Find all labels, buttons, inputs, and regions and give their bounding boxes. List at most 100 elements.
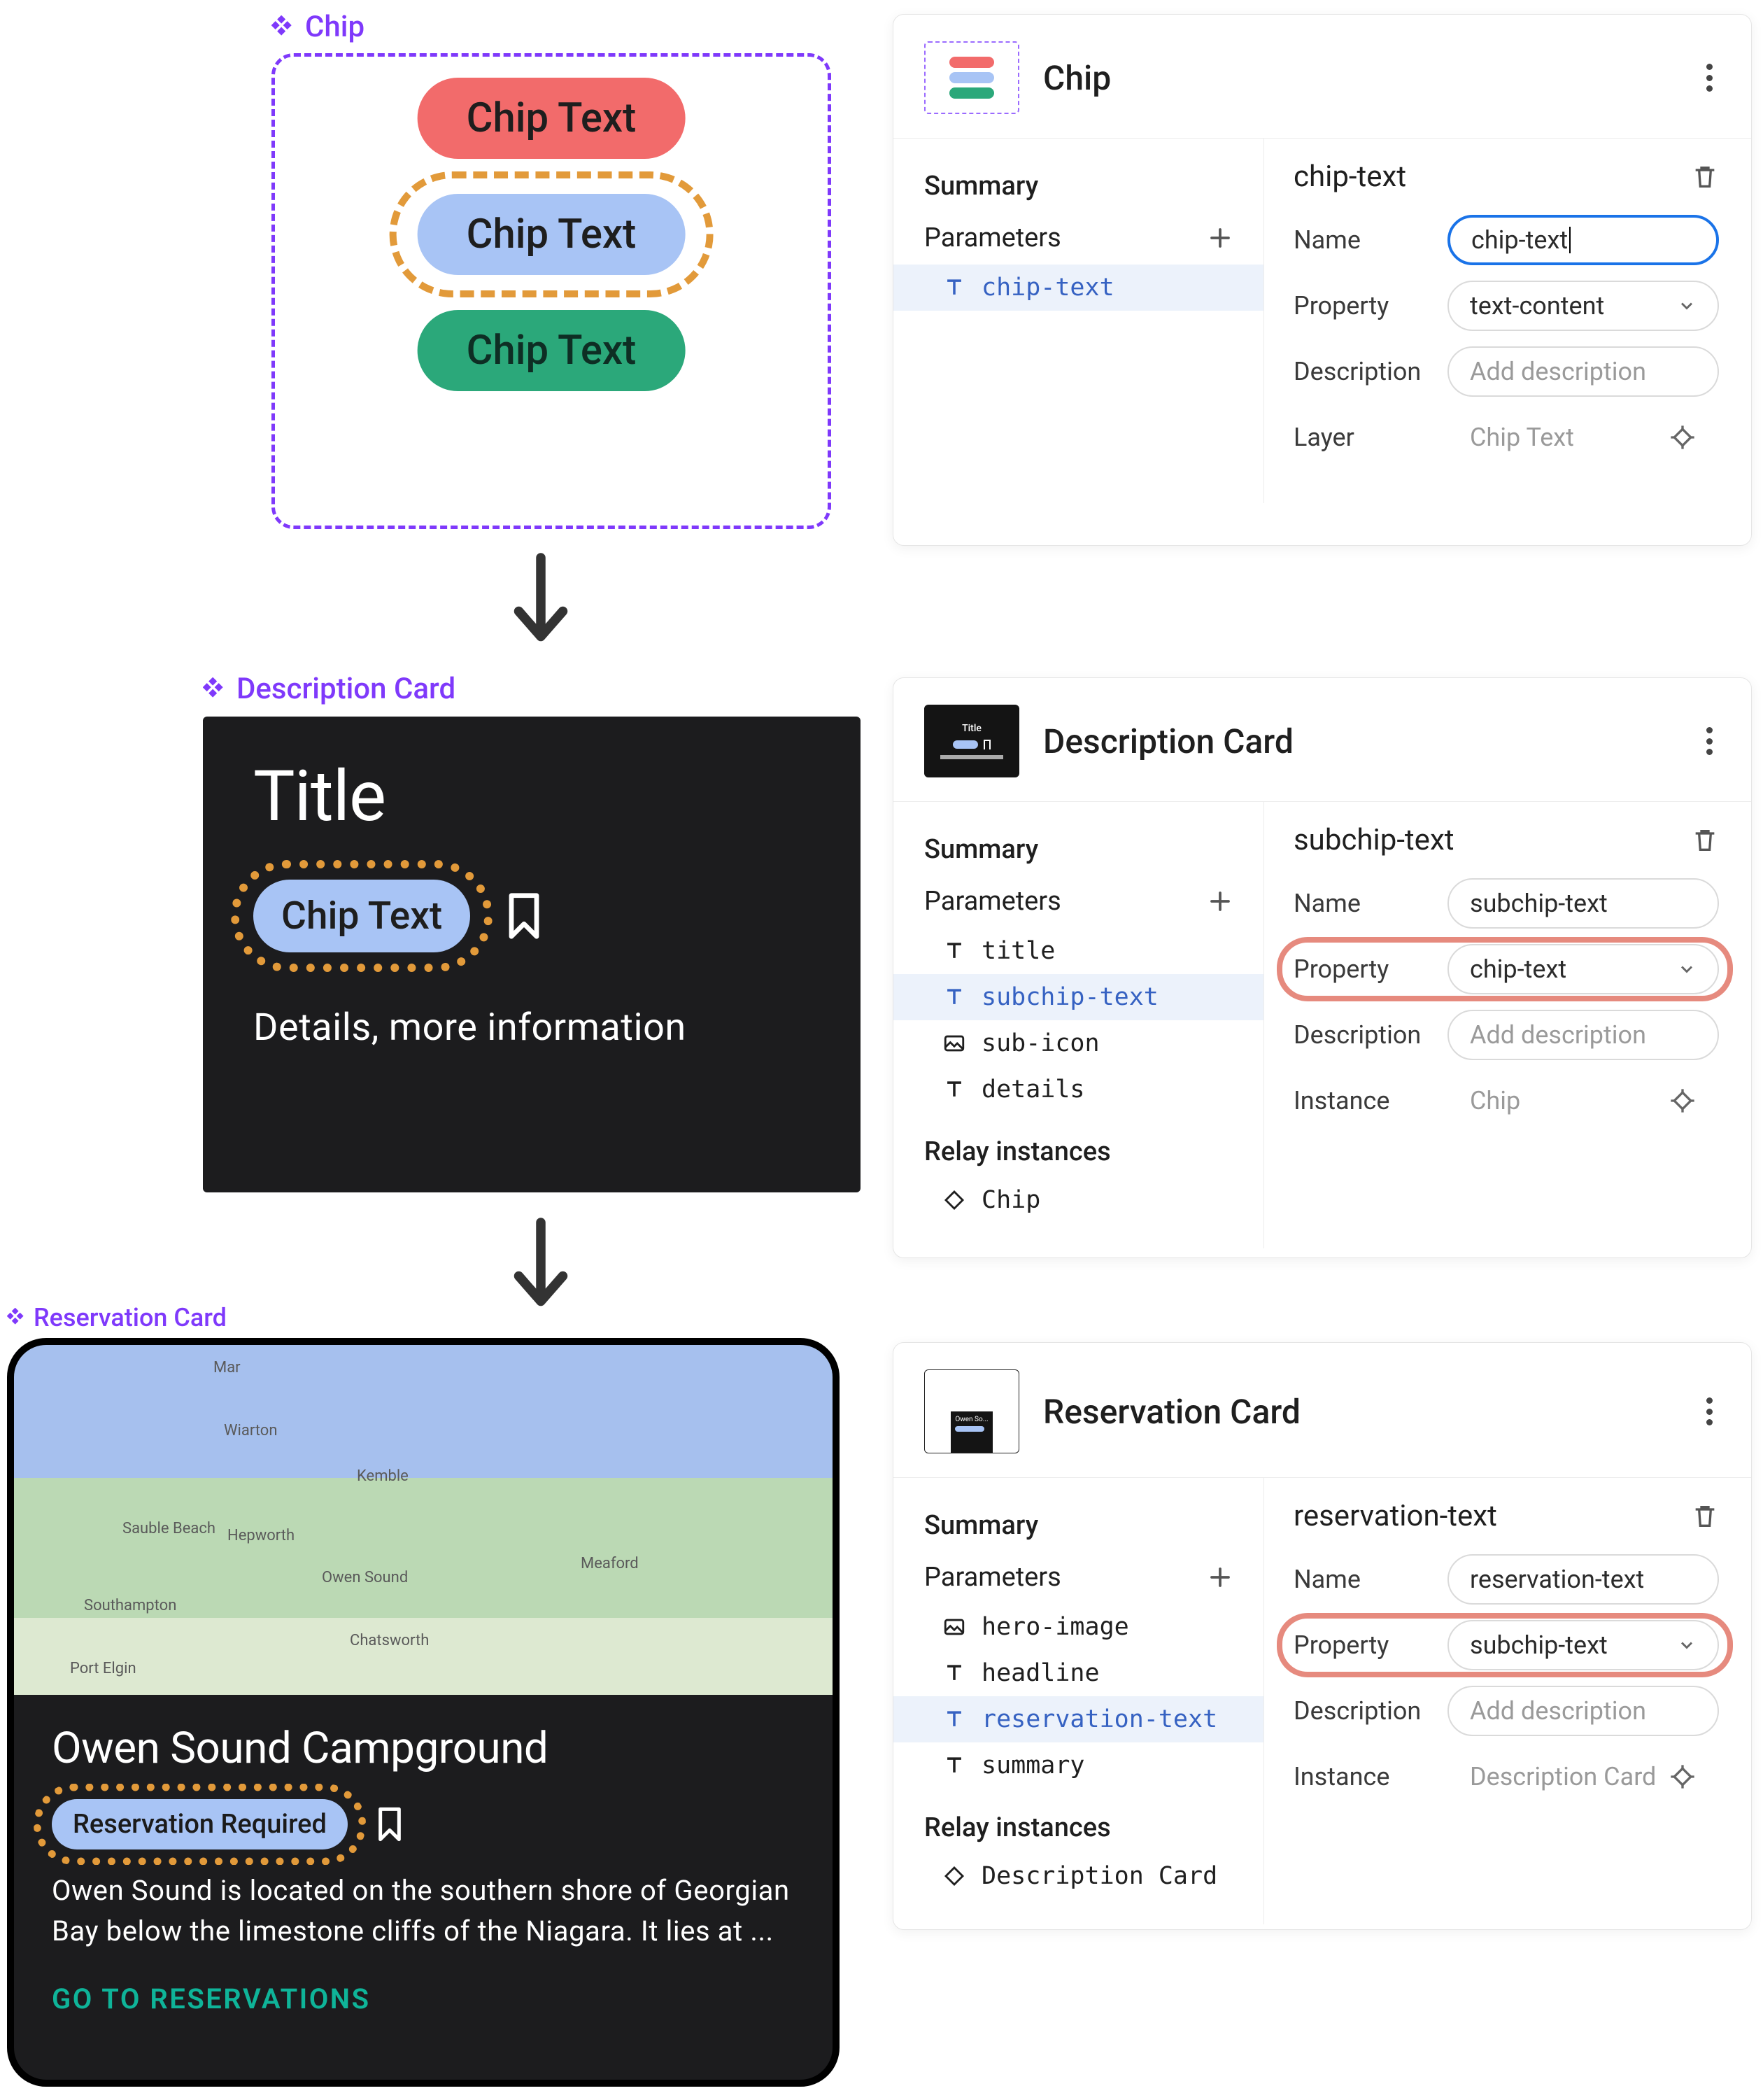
param-name: chip-text bbox=[982, 274, 1114, 302]
param-subchip-text[interactable]: subchip-text bbox=[893, 974, 1263, 1020]
relay-instances-label: Relay instances bbox=[893, 1127, 1263, 1177]
locate-instance-button[interactable] bbox=[1669, 1087, 1697, 1115]
description-card-panel: Title Description Card Summary Parameter… bbox=[893, 677, 1752, 1258]
bookmark-icon[interactable] bbox=[376, 1806, 404, 1842]
description-card-title: Title bbox=[253, 756, 810, 838]
chip-variant-green: Chip Text bbox=[418, 310, 686, 391]
description-input[interactable]: Add description bbox=[1447, 1686, 1719, 1736]
summary-section[interactable]: Summary bbox=[893, 1500, 1263, 1551]
instance-label: Instance bbox=[1294, 1086, 1433, 1115]
description-input[interactable]: Add description bbox=[1447, 1010, 1719, 1060]
param-title[interactable]: title bbox=[893, 928, 1263, 974]
reservation-body: Owen Sound Campground Reservation Requir… bbox=[14, 1695, 833, 2052]
map-place: Owen Sound bbox=[322, 1569, 408, 1586]
parameters-section: Parameters bbox=[893, 1551, 1263, 1604]
panel-title: Chip bbox=[1043, 58, 1669, 98]
arrow-down-icon bbox=[509, 1218, 572, 1316]
description-card-chip-row: Chip Text bbox=[253, 880, 810, 952]
param-summary[interactable]: summary bbox=[893, 1742, 1263, 1789]
property-row: Property chip-text bbox=[1294, 944, 1719, 994]
layer-value-text: Chip Text bbox=[1470, 423, 1574, 452]
kebab-menu[interactable] bbox=[1692, 64, 1720, 92]
locate-instance-button[interactable] bbox=[1669, 1763, 1697, 1791]
panel-title: Reservation Card bbox=[1043, 1392, 1669, 1432]
add-parameter-button[interactable] bbox=[1208, 225, 1233, 251]
relay-description-card[interactable]: Description Card bbox=[893, 1853, 1263, 1899]
name-input[interactable]: subchip-text bbox=[1447, 878, 1719, 929]
delete-button[interactable] bbox=[1691, 163, 1719, 191]
chevron-down-icon bbox=[1677, 296, 1697, 316]
map-place: Wiarton bbox=[224, 1422, 278, 1439]
locate-layer-button[interactable] bbox=[1669, 423, 1697, 451]
text-type-icon bbox=[942, 985, 966, 1009]
map-place: Mar bbox=[213, 1359, 241, 1376]
instance-row: Instance Description Card bbox=[1294, 1752, 1719, 1802]
delete-button[interactable] bbox=[1691, 1502, 1719, 1530]
property-row: Property subchip-text bbox=[1294, 1620, 1719, 1670]
relay-chip[interactable]: Chip bbox=[893, 1177, 1263, 1223]
parameters-label: Parameters bbox=[924, 223, 1061, 253]
instance-value-text: Description Card bbox=[1470, 1762, 1656, 1791]
param-name: headline bbox=[982, 1659, 1100, 1687]
panel-header: Title Description Card bbox=[893, 678, 1751, 802]
bookmark-icon[interactable] bbox=[505, 892, 543, 940]
selection-ring bbox=[390, 171, 714, 297]
map-place: Kemble bbox=[357, 1467, 409, 1485]
reservation-cta[interactable]: GO TO RESERVATIONS bbox=[52, 1982, 795, 2015]
panel-body: Summary Parameters chip-text chip-text N… bbox=[893, 139, 1751, 503]
panel-header: Chip bbox=[893, 15, 1751, 139]
param-headline[interactable]: headline bbox=[893, 1650, 1263, 1696]
map-place: Meaford bbox=[581, 1555, 639, 1572]
description-row: Description Add description bbox=[1294, 1686, 1719, 1736]
param-name: subchip-text bbox=[982, 983, 1159, 1011]
panel-thumbnail: Title bbox=[924, 705, 1019, 777]
chip-panel: Chip Summary Parameters chip-text chip-t… bbox=[893, 14, 1752, 546]
relay-name: Description Card bbox=[982, 1862, 1217, 1890]
chip-component-label: Chip bbox=[271, 10, 364, 44]
selection-ring bbox=[34, 1784, 366, 1865]
relay-instances-label: Relay instances bbox=[893, 1803, 1263, 1853]
description-card-label: Description Card bbox=[203, 672, 455, 706]
instance-icon bbox=[942, 1864, 966, 1888]
param-hero-image[interactable]: hero-image bbox=[893, 1604, 1263, 1650]
form-title: reservation-text bbox=[1294, 1499, 1497, 1533]
panel-body: Summary Parameters title subchip-text su… bbox=[893, 802, 1751, 1248]
param-details[interactable]: details bbox=[893, 1066, 1263, 1113]
component-icon bbox=[7, 1308, 27, 1327]
name-input[interactable]: reservation-text bbox=[1447, 1554, 1719, 1605]
reservation-card[interactable]: Mar Wiarton Kemble Sauble Beach Hepworth… bbox=[7, 1338, 840, 2087]
description-card-label-text: Description Card bbox=[236, 672, 455, 706]
panel-body: Summary Parameters hero-image headline r… bbox=[893, 1478, 1751, 1924]
description-input[interactable]: Add description bbox=[1447, 346, 1719, 397]
panel-right: reservation-text Name reservation-text P… bbox=[1264, 1478, 1751, 1924]
add-parameter-button[interactable] bbox=[1208, 889, 1233, 914]
kebab-menu[interactable] bbox=[1692, 727, 1720, 755]
map-place: Sauble Beach bbox=[122, 1520, 215, 1537]
image-type-icon bbox=[942, 1031, 966, 1055]
add-parameter-button[interactable] bbox=[1208, 1565, 1233, 1590]
description-card-details: Details, more information bbox=[253, 1006, 810, 1050]
description-card[interactable]: Title Chip Text Details, more informatio… bbox=[203, 717, 861, 1192]
reservation-card-label: Reservation Card bbox=[7, 1303, 227, 1332]
text-type-icon bbox=[942, 1661, 966, 1685]
map-place: Port Elgin bbox=[70, 1660, 136, 1677]
name-input[interactable]: chip-text bbox=[1447, 215, 1719, 265]
reservation-summary: Owen Sound is located on the southern sh… bbox=[52, 1870, 795, 1952]
summary-section[interactable]: Summary bbox=[893, 161, 1263, 211]
name-row: Name subchip-text bbox=[1294, 878, 1719, 929]
instance-icon bbox=[942, 1188, 966, 1212]
delete-button[interactable] bbox=[1691, 826, 1719, 854]
image-type-icon bbox=[942, 1615, 966, 1639]
chip-component-frame[interactable]: Chip Text Chip Text Chip Text bbox=[271, 53, 831, 529]
param-name: sub-icon bbox=[982, 1029, 1100, 1057]
kebab-menu[interactable] bbox=[1692, 1397, 1720, 1425]
param-name: title bbox=[982, 937, 1055, 965]
panel-title: Description Card bbox=[1043, 721, 1669, 761]
param-sub-icon[interactable]: sub-icon bbox=[893, 1020, 1263, 1066]
property-select[interactable]: text-content bbox=[1447, 281, 1719, 331]
reservation-chip-row: Reservation Required bbox=[52, 1799, 795, 1849]
summary-section[interactable]: Summary bbox=[893, 824, 1263, 875]
param-chip-text[interactable]: chip-text bbox=[893, 265, 1263, 311]
param-reservation-text[interactable]: reservation-text bbox=[893, 1696, 1263, 1742]
description-label: Description bbox=[1294, 357, 1433, 386]
